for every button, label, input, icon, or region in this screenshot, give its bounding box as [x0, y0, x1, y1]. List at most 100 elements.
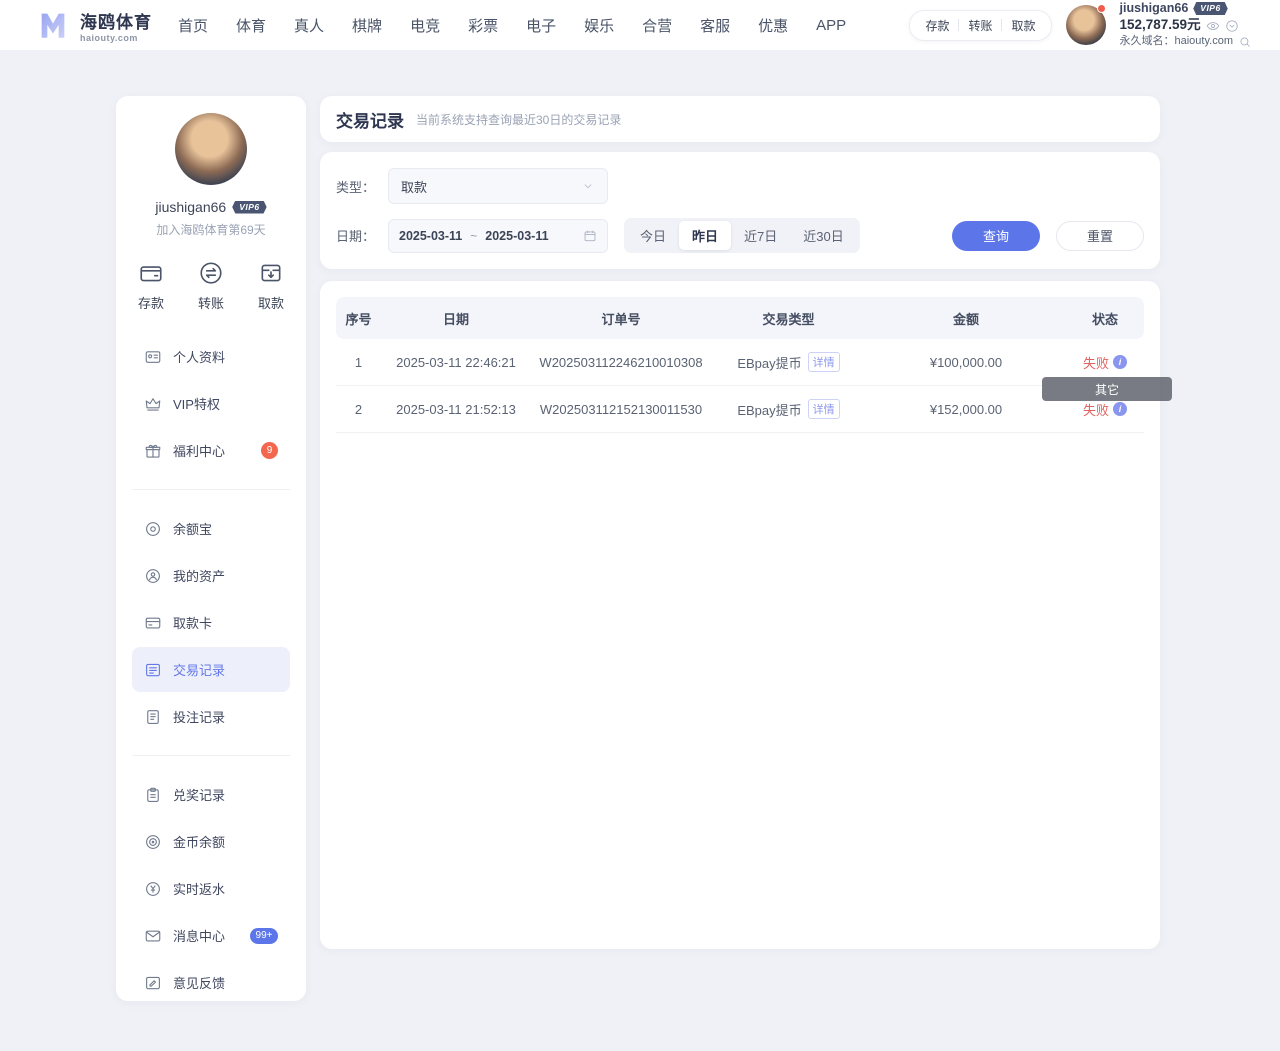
nav-item-promotions[interactable]: 优惠	[758, 15, 788, 36]
user-avatar[interactable]	[1066, 5, 1106, 45]
date-separator: ~	[470, 229, 477, 243]
transfer-button[interactable]: 转账	[959, 15, 1001, 36]
search-icon[interactable]	[1238, 35, 1252, 49]
reset-button[interactable]: 重置	[1056, 221, 1144, 251]
profile-joined-days: 加入海鸥体育第69天	[132, 221, 290, 238]
coin-icon	[144, 520, 162, 538]
type-select[interactable]: 取款	[388, 168, 608, 204]
table-header-row: 序号 日期 订单号 交易类型 金额 状态	[336, 297, 1144, 339]
page-title: 交易记录	[336, 107, 404, 132]
range-yesterday[interactable]: 昨日	[679, 221, 731, 250]
calendar-icon	[583, 229, 597, 243]
wallet-icon	[138, 260, 164, 286]
type-select-value: 取款	[401, 177, 427, 196]
info-icon[interactable]: i	[1113, 402, 1127, 416]
chevron-down-icon	[581, 179, 595, 193]
cell-index: 1	[336, 355, 381, 370]
nav-item-sports[interactable]: 体育	[236, 15, 266, 36]
nav-item-affiliate[interactable]: 合营	[642, 15, 672, 36]
quick-range-group: 今日 昨日 近7日 近30日	[624, 218, 860, 253]
nav-item-support[interactable]: 客服	[700, 15, 730, 36]
divider	[132, 755, 290, 756]
nav-item-slots[interactable]: 电子	[526, 15, 556, 36]
status-text: 失败	[1083, 400, 1109, 419]
sidebar-item-withdrawal-card[interactable]: 取款卡	[132, 600, 290, 645]
brand-domain: haiouty.com	[80, 33, 152, 43]
assets-icon	[144, 567, 162, 585]
column-header-index: 序号	[336, 309, 381, 328]
nav-item-entertainment[interactable]: 娱乐	[584, 15, 614, 36]
withdraw-action[interactable]: 取款	[258, 260, 284, 312]
sidebar-item-yuebao[interactable]: 余额宝	[132, 506, 290, 551]
type-filter-row: 类型： 取款	[336, 168, 1144, 204]
cell-order-no: W202503112246210010308	[531, 355, 711, 370]
column-header-status: 状态	[1066, 309, 1144, 328]
user-meta: jiushigan66 VIP6 152,787.59元 永久域名：haiout…	[1120, 1, 1253, 50]
menu-group-account: 个人资料 VIP特权 福利中心 9	[132, 326, 290, 481]
info-icon[interactable]: i	[1113, 355, 1127, 369]
deposit-action[interactable]: 存款	[138, 260, 164, 312]
sidebar-item-betting-records[interactable]: 投注记录	[132, 694, 290, 739]
chevron-circle-icon[interactable]	[1225, 19, 1239, 33]
cell-datetime: 2025-03-11 21:52:13	[381, 402, 531, 417]
sidebar-item-transaction-records[interactable]: 交易记录	[132, 647, 290, 692]
withdraw-button[interactable]: 取款	[1002, 15, 1044, 36]
transactions-table: 序号 日期 订单号 交易类型 金额 状态 1 2025-03-11 22:46:…	[320, 281, 1160, 949]
column-header-date: 日期	[381, 309, 531, 328]
nav-item-app[interactable]: APP	[816, 17, 846, 34]
username: jiushigan66	[1120, 1, 1189, 17]
search-button[interactable]: 查询	[952, 221, 1040, 251]
profile-username: jiushigan66	[155, 199, 226, 215]
cell-amount: ¥152,000.00	[866, 402, 1066, 417]
detail-link[interactable]: 详情	[808, 352, 840, 372]
profile-avatar	[175, 113, 247, 185]
sidebar-item-personal-info[interactable]: 个人资料	[132, 334, 290, 379]
sidebar-item-my-assets[interactable]: 我的资产	[132, 553, 290, 598]
divider	[132, 489, 290, 490]
bank-card-icon	[144, 614, 162, 632]
eye-icon[interactable]	[1206, 19, 1220, 33]
wallet-quick-actions: 存款 转账 取款	[909, 10, 1051, 41]
cell-type: EBpay提币 详情	[711, 352, 866, 372]
column-header-order-no: 订单号	[531, 309, 711, 328]
range-last30days[interactable]: 近30日	[790, 221, 856, 250]
sidebar-item-realtime-rebate[interactable]: 实时返水	[132, 866, 290, 911]
vip-badge: VIP6	[1193, 2, 1227, 16]
range-last7days[interactable]: 近7日	[731, 221, 790, 250]
bet-record-icon	[144, 708, 162, 726]
transaction-type: EBpay提币	[737, 400, 801, 419]
type-label: 类型：	[336, 177, 388, 196]
transactions-icon	[144, 661, 162, 679]
brand[interactable]: 海鸥体育 haiouty.com	[34, 6, 152, 44]
topbar-right: 存款 转账 取款 jiushigan66 VIP6 152,787.59元	[909, 1, 1252, 50]
sidebar-item-message-center[interactable]: 消息中心 99+	[132, 913, 290, 958]
nav-item-lottery[interactable]: 彩票	[468, 15, 498, 36]
sidebar-item-vip-privileges[interactable]: VIP特权	[132, 381, 290, 426]
brand-logo-icon	[34, 6, 72, 44]
date-filter-row: 日期： 2025-03-11 ~ 2025-03-11 今日 昨日 近7日 近3…	[336, 218, 1144, 253]
nav-item-chess[interactable]: 棋牌	[352, 15, 382, 36]
sidebar-item-prize-records[interactable]: 兑奖记录	[132, 772, 290, 817]
sidebar-item-coin-balance[interactable]: 金币余额	[132, 819, 290, 864]
table-row: 1 2025-03-11 22:46:21 W20250311224621001…	[336, 339, 1144, 386]
sidebar-item-feedback[interactable]: 意见反馈	[132, 960, 290, 1005]
range-today[interactable]: 今日	[627, 221, 679, 250]
cell-amount: ¥100,000.00	[866, 355, 1066, 370]
sidebar: jiushigan66 VIP6 加入海鸥体育第69天 存款 转账	[116, 96, 306, 1001]
detail-link[interactable]: 详情	[808, 399, 840, 419]
sidebar-item-benefits-center[interactable]: 福利中心 9	[132, 428, 290, 473]
date-range-picker[interactable]: 2025-03-11 ~ 2025-03-11	[388, 219, 608, 253]
status-text: 失败	[1083, 353, 1109, 372]
transfer-action[interactable]: 转账	[198, 260, 224, 312]
vip-badge: VIP6	[232, 201, 266, 214]
nav-item-live[interactable]: 真人	[294, 15, 324, 36]
menu-group-misc: 兑奖记录 金币余额 实时返水 消息中心 99+ 意见反馈	[132, 764, 290, 1013]
prize-record-icon	[144, 786, 162, 804]
transfer-icon	[198, 260, 224, 286]
deposit-button[interactable]: 存款	[916, 15, 958, 36]
mail-icon	[144, 927, 162, 945]
nav-item-esports[interactable]: 电竞	[410, 15, 440, 36]
filter-panel: 类型： 取款 日期： 2025-03-11 ~ 2025-03-11	[320, 152, 1160, 269]
nav-item-home[interactable]: 首页	[178, 15, 208, 36]
cell-index: 2	[336, 402, 381, 417]
